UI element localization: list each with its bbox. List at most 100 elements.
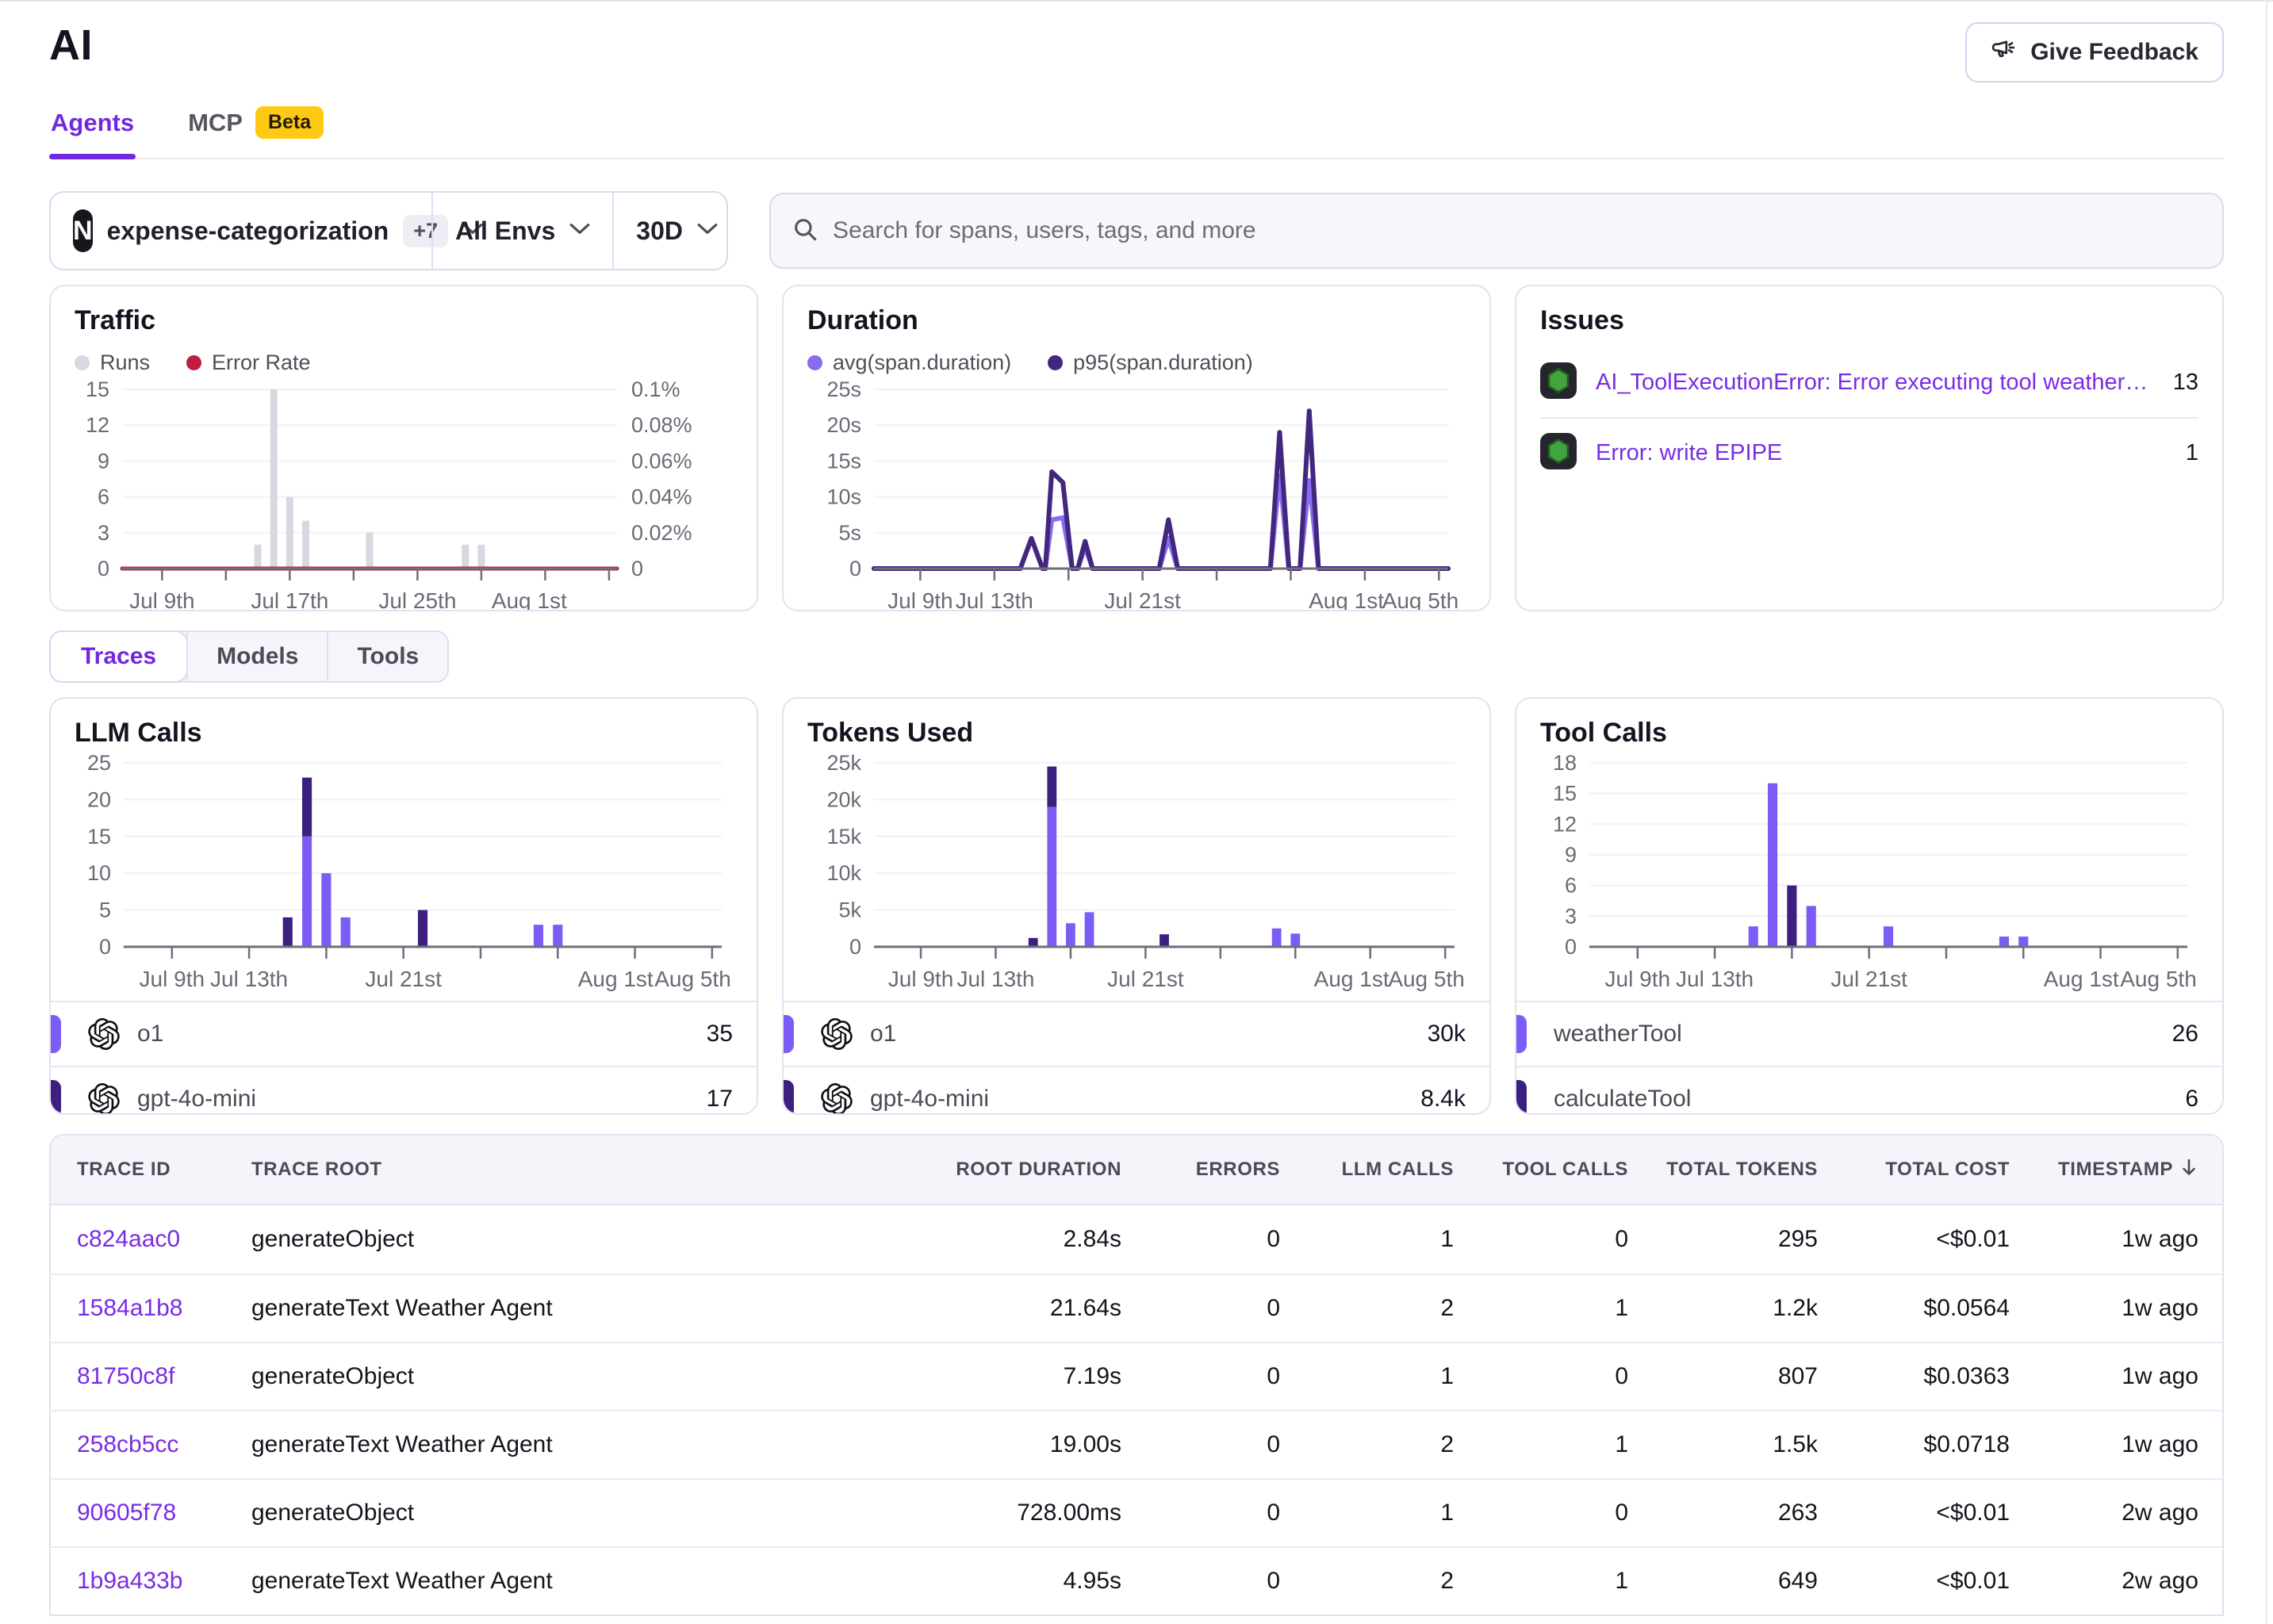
give-feedback-button[interactable]: Give Feedback: [1965, 22, 2224, 82]
traces-table-header: TRACE IDTRACE ROOTROOT DURATIONERRORSLLM…: [51, 1136, 2222, 1205]
svg-text:20: 20: [87, 787, 111, 811]
duration-card: Duration avg(span.duration)p95(span.dura…: [782, 285, 1491, 611]
column-header-tool-calls[interactable]: TOOL CALLS: [1454, 1159, 1628, 1181]
ai-dashboard-page: AI Give Feedback Agents MCP Beta N: [0, 0, 2273, 1616]
total-cost-cell: $0.0564: [1818, 1295, 2010, 1322]
page-header: AI Give Feedback: [49, 21, 2224, 82]
total-cost-cell: <$0.01: [1818, 1500, 2010, 1526]
column-header-trace-id[interactable]: TRACE ID: [77, 1159, 251, 1181]
tokens-chart-svg: 05k10k15k20k25kJul 9thJul 13thJul 21stAu…: [807, 753, 1469, 993]
svg-text:0.06%: 0.06%: [631, 449, 692, 473]
svg-text:12: 12: [86, 413, 109, 437]
trace-id-link[interactable]: c824aac0: [77, 1226, 251, 1253]
trace-id-link[interactable]: 90605f78: [77, 1500, 251, 1526]
svg-text:9: 9: [98, 449, 109, 473]
column-header-timestamp[interactable]: TIMESTAMP: [2010, 1157, 2198, 1183]
series-value: 8.4k: [1420, 1086, 1466, 1113]
svg-text:Aug 5th: Aug 5th: [2120, 967, 2197, 991]
date-range-select[interactable]: 30D: [612, 193, 740, 269]
section-tab-models-label: Models: [217, 643, 298, 670]
timestamp-value: 1w ago: [2122, 1431, 2198, 1458]
svg-text:Aug 5th: Aug 5th: [654, 967, 731, 991]
total-cost-cell: $0.0718: [1818, 1431, 2010, 1458]
table-row[interactable]: 258cb5ccgenerateText Weather Agent19.00s…: [51, 1410, 2222, 1478]
timestamp-cell[interactable]: 2w ago: [2010, 1500, 2198, 1526]
tokens-used-legend-rows: o130kgpt-4o-mini8.4k: [784, 1001, 1489, 1115]
trace-root-cell: generateText Weather Agent: [251, 1568, 945, 1595]
issue-link[interactable]: Error: write EPIPE: [1596, 440, 2167, 466]
tab-agents-label: Agents: [51, 109, 134, 137]
column-header-root-duration[interactable]: ROOT DURATION: [945, 1159, 1121, 1181]
section-tab-models[interactable]: Models: [186, 632, 327, 681]
section-tab-traces[interactable]: Traces: [49, 630, 188, 683]
svg-text:18: 18: [1553, 753, 1577, 775]
scrollbar-track[interactable]: [2266, 0, 2267, 1624]
llm-legend-row-gpt-4o-mini[interactable]: gpt-4o-mini17: [51, 1066, 757, 1115]
trace-id-link[interactable]: 258cb5cc: [77, 1431, 251, 1458]
column-header-total-tokens[interactable]: TOTAL TOKENS: [1628, 1159, 1818, 1181]
series-label: calculateTool: [1554, 1086, 2185, 1113]
search-icon: [792, 216, 818, 247]
tools-legend-row-calculatetool[interactable]: calculateTool6: [1516, 1066, 2222, 1115]
total-tokens-cell: 1.2k: [1628, 1295, 1818, 1322]
tokens-legend-row-gpt-4o-mini[interactable]: gpt-4o-mini8.4k: [784, 1066, 1489, 1115]
usage-cards: LLM Calls 0510152025Jul 9thJul 13thJul 2…: [49, 697, 2224, 1115]
svg-text:Jul 9th: Jul 9th: [888, 967, 954, 991]
timestamp-cell[interactable]: 1w ago: [2010, 1295, 2198, 1322]
trace-root-cell: generateText Weather Agent: [251, 1295, 945, 1322]
p95-span-duration--legend-dot-icon: [1048, 355, 1063, 370]
column-header-label: TOTAL COST: [1885, 1159, 2010, 1181]
filter-bar: N expense-categorization +7 All Envs 30D: [49, 191, 2224, 270]
svg-text:Jul 21st: Jul 21st: [365, 967, 442, 991]
tool-calls-cell: 0: [1454, 1363, 1628, 1390]
timestamp-cell[interactable]: 2w ago: [2010, 1568, 2198, 1595]
column-header-trace-root[interactable]: TRACE ROOT: [251, 1159, 945, 1181]
root-duration-cell: 4.95s: [945, 1568, 1121, 1595]
svg-text:15: 15: [86, 380, 109, 401]
column-header-errors[interactable]: ERRORS: [1121, 1159, 1280, 1181]
search-bar[interactable]: [769, 193, 2224, 269]
timestamp-cell[interactable]: 1w ago: [2010, 1363, 2198, 1390]
search-input[interactable]: [833, 217, 2202, 244]
timestamp-cell[interactable]: 1w ago: [2010, 1431, 2198, 1458]
tools-legend-row-weathertool[interactable]: weatherTool26: [1516, 1001, 2222, 1066]
total-cost-cell: <$0.01: [1818, 1226, 2010, 1253]
trace-id-link[interactable]: 81750c8f: [77, 1363, 251, 1390]
runs-legend-dot-icon: [75, 355, 90, 370]
issue-link[interactable]: AI_ToolExecutionError: Error executing t…: [1596, 370, 2154, 396]
svg-text:10s: 10s: [826, 485, 861, 509]
tokens-used-card: Tokens Used 05k10k15k20k25kJul 9thJul 13…: [782, 697, 1491, 1115]
series-value: 30k: [1428, 1021, 1466, 1048]
tab-mcp[interactable]: MCP Beta: [186, 106, 325, 158]
timestamp-cell[interactable]: 1w ago: [2010, 1226, 2198, 1253]
date-range-value: 30D: [636, 216, 683, 246]
llm-calls-cell: 1: [1280, 1500, 1454, 1526]
timestamp-value: 2w ago: [2122, 1568, 2198, 1595]
tab-agents[interactable]: Agents: [49, 106, 136, 158]
trace-id-link[interactable]: 1584a1b8: [77, 1295, 251, 1322]
table-row[interactable]: 81750c8fgenerateObject7.19s010807$0.0363…: [51, 1342, 2222, 1410]
llm-legend-row-o1[interactable]: o135: [51, 1001, 757, 1066]
table-row[interactable]: 1584a1b8generateText Weather Agent21.64s…: [51, 1274, 2222, 1342]
legend-label: avg(span.duration): [833, 350, 1011, 375]
give-feedback-label: Give Feedback: [2030, 39, 2198, 66]
issues-title: Issues: [1540, 305, 2198, 336]
series-swatch-icon: [784, 1015, 794, 1053]
tokens-legend-row-o1[interactable]: o130k: [784, 1001, 1489, 1066]
trace-id-link[interactable]: 1b9a433b: [77, 1568, 251, 1595]
issue-row[interactable]: Error: write EPIPE1: [1540, 417, 2198, 487]
table-row[interactable]: c824aac0generateObject2.84s010295<$0.011…: [51, 1205, 2222, 1274]
tool-calls-cell: 0: [1454, 1226, 1628, 1253]
svg-text:Jul 9th: Jul 9th: [1605, 967, 1671, 991]
section-tab-tools[interactable]: Tools: [327, 632, 447, 681]
column-header-llm-calls[interactable]: LLM CALLS: [1280, 1159, 1454, 1181]
column-header-total-cost[interactable]: TOTAL COST: [1818, 1159, 2010, 1181]
svg-text:Jul 13th: Jul 13th: [956, 588, 1033, 611]
issue-row[interactable]: AI_ToolExecutionError: Error executing t…: [1540, 347, 2198, 417]
table-row[interactable]: 90605f78generateObject728.00ms010263<$0.…: [51, 1478, 2222, 1546]
table-row[interactable]: 1b9a433bgenerateText Weather Agent4.95s0…: [51, 1546, 2222, 1614]
series-label: o1: [870, 1021, 1428, 1048]
environment-select[interactable]: All Envs: [431, 193, 612, 269]
project-select[interactable]: N expense-categorization +7: [51, 193, 431, 269]
issues-card: Issues AI_ToolExecutionError: Error exec…: [1515, 285, 2224, 611]
